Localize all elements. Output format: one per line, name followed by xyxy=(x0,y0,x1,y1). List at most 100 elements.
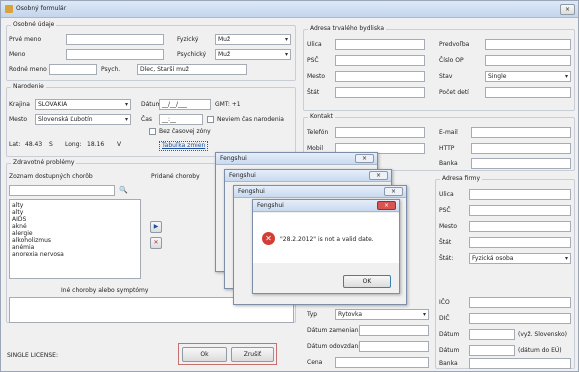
status-select[interactable]: Single xyxy=(485,71,571,82)
bank-input[interactable] xyxy=(471,158,571,169)
tel-label: Telefón xyxy=(307,129,329,136)
email-input[interactable] xyxy=(471,127,571,138)
error-ok-button[interactable]: OK xyxy=(343,275,391,288)
disease-list-item[interactable]: anémia xyxy=(12,244,138,251)
lat-value[interactable]: 48.43 xyxy=(25,141,42,149)
psychical-select[interactable]: Muž xyxy=(215,49,291,60)
disease-list-item[interactable]: akné xyxy=(12,223,138,230)
co-bank-input[interactable] xyxy=(469,358,571,369)
add-disease-button[interactable]: ▶ xyxy=(150,221,162,233)
license-text: SINGLE LICENSE: xyxy=(7,352,58,359)
zip-label: PSČ xyxy=(307,57,319,64)
doc-type-select[interactable]: Rytovka xyxy=(335,309,429,320)
physical-label: Fyzický xyxy=(177,36,199,43)
zones-link[interactable]: Tabuľka zmien xyxy=(159,141,209,151)
co-state2-select[interactable]: Fyzická osoba xyxy=(469,253,571,264)
chk-no-time-label: Neviem čas narodenia xyxy=(217,116,284,123)
co-street-label: Ulica xyxy=(439,191,454,198)
birth-name-input[interactable]: Dlec, Starší muž xyxy=(137,64,247,75)
time-label: Čas xyxy=(141,116,152,123)
issue-label: Dátum zameniania xyxy=(307,327,364,334)
http-input[interactable] xyxy=(471,143,571,154)
address-title: Adresa trvalého bydliska xyxy=(308,25,387,33)
bank-label: Banka xyxy=(439,160,458,167)
dialog-1-title: Fengshui xyxy=(220,155,247,162)
ico-input[interactable] xyxy=(469,297,571,308)
city-input[interactable] xyxy=(335,71,425,82)
country-label: Krajina xyxy=(9,101,30,108)
street-input[interactable] xyxy=(335,39,425,50)
available-label: Zoznam dostupných chorôb xyxy=(9,173,93,180)
birth-date-input[interactable]: __/__/___ xyxy=(159,99,211,110)
op-input[interactable] xyxy=(485,55,571,66)
co-zip-input[interactable] xyxy=(469,205,571,216)
town-select[interactable]: Slovenská Ľubotín xyxy=(35,114,131,125)
note1-text: (vyž. Slovensko) xyxy=(518,331,567,338)
children-input[interactable] xyxy=(485,87,571,98)
disease-list-item[interactable]: alkoholizmus xyxy=(12,237,138,244)
disease-list-item[interactable]: AIDS xyxy=(12,216,138,223)
dialog-2-title: Fengshui xyxy=(229,172,256,179)
app-icon xyxy=(5,5,13,13)
maiden-input[interactable] xyxy=(49,64,97,75)
search-icon[interactable]: 🔍 xyxy=(119,186,128,194)
city-label: Mesto xyxy=(307,73,326,80)
psych-label: Psych. xyxy=(101,66,121,73)
http-label: HTTP xyxy=(439,145,455,152)
town-label: Mesto xyxy=(9,116,28,123)
dates-input[interactable] xyxy=(469,329,515,340)
long-dir: V xyxy=(117,141,122,148)
street-label: Ulica xyxy=(307,41,322,48)
dialog-2-close[interactable]: × xyxy=(369,171,388,180)
co-zip-label: PSČ xyxy=(439,207,451,214)
long-label: Long: xyxy=(65,141,82,148)
co-street-input[interactable] xyxy=(469,189,571,200)
phone-prefix-input[interactable] xyxy=(485,39,571,50)
price-input[interactable] xyxy=(335,357,429,368)
email-label: E-mail xyxy=(439,129,458,136)
contact-title: Kontakt xyxy=(308,113,335,121)
first-name-input[interactable] xyxy=(66,34,164,45)
tel-input[interactable] xyxy=(335,127,425,138)
lat-label: Lat: xyxy=(9,141,21,148)
error-dialog-close[interactable]: × xyxy=(377,201,396,210)
form-window: Osobný formulár × Osobné údaje Prvé meno… xyxy=(0,0,579,372)
disease-list-item[interactable]: alergie xyxy=(12,230,138,237)
close-button[interactable]: × xyxy=(560,4,575,15)
state-input[interactable] xyxy=(335,87,425,98)
dic-input[interactable] xyxy=(469,313,571,324)
country-select[interactable]: SLOVAKIA xyxy=(35,99,131,110)
ok-button[interactable]: Ok xyxy=(182,347,227,362)
last-name-input[interactable] xyxy=(66,49,164,60)
co-city-input[interactable] xyxy=(469,221,571,232)
co-bank-label: Banka xyxy=(439,360,458,367)
chk-no-time[interactable] xyxy=(207,116,214,123)
disease-search-input[interactable] xyxy=(9,185,115,196)
birth-time-input[interactable]: __:__ xyxy=(159,114,203,125)
expiry-input[interactable] xyxy=(469,345,515,356)
company-title: Adresa firmy xyxy=(440,175,483,183)
last-name-label: Meno xyxy=(9,51,26,58)
chk-no-zone[interactable] xyxy=(149,128,156,135)
co-state-input[interactable] xyxy=(469,237,571,248)
disease-list-item[interactable]: alty xyxy=(12,202,138,209)
dialog-3-title: Fengshui xyxy=(238,188,265,195)
valid-input[interactable] xyxy=(359,341,429,352)
co-state2-label: Štát: xyxy=(439,255,454,262)
doc-type-label: Typ xyxy=(307,311,318,318)
dialog-3-close[interactable]: × xyxy=(384,187,403,196)
long-value[interactable]: 18.16 xyxy=(87,141,104,149)
cancel-button[interactable]: Zrušiť xyxy=(231,347,274,362)
dialog-1-close[interactable]: × xyxy=(355,154,374,163)
personal-title: Osobné údaje xyxy=(11,21,57,29)
disease-list[interactable]: alty alty AIDS akné alergie alkoholizmus anémi… xyxy=(9,199,141,279)
issue-input[interactable] xyxy=(359,325,429,336)
disease-list-item[interactable]: alty xyxy=(12,209,138,216)
disease-list-item[interactable]: anorexia nervosa xyxy=(12,251,138,258)
remove-disease-button[interactable]: ✕ xyxy=(150,237,162,249)
zip-input[interactable] xyxy=(335,55,425,66)
title-bar: Osobný formulár × xyxy=(1,1,578,18)
psychical-label: Psychický xyxy=(177,51,207,58)
physical-select[interactable]: Muž xyxy=(215,34,291,45)
error-icon: ✕ xyxy=(262,232,275,245)
